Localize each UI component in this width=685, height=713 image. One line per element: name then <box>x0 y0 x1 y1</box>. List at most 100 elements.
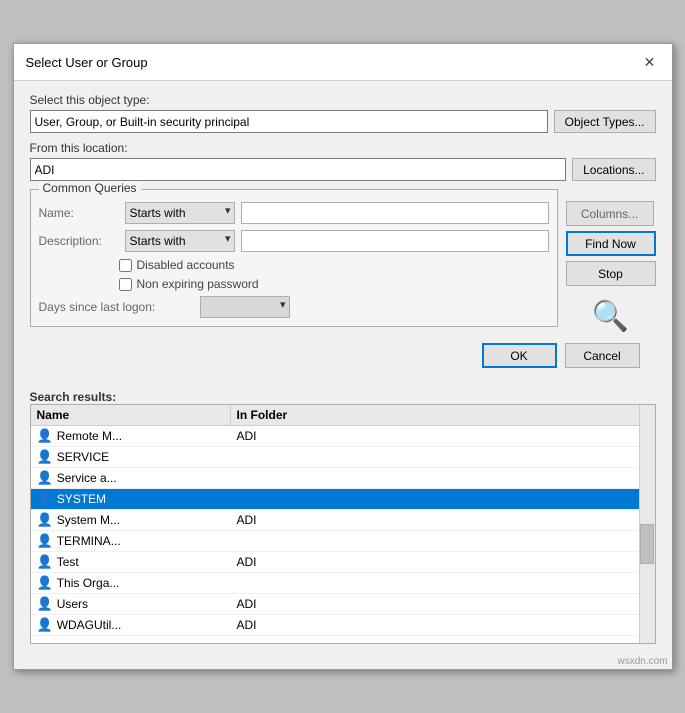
disabled-accounts-checkbox[interactable] <box>119 259 132 272</box>
disabled-accounts-row: Disabled accounts <box>39 258 549 272</box>
non-expiring-label: Non expiring password <box>137 277 259 291</box>
days-select-wrapper: 30 60 90 <box>200 296 290 318</box>
locations-button[interactable]: Locations... <box>572 158 655 181</box>
location-group: From this location: Locations... <box>30 141 656 181</box>
object-type-group: Select this object type: Object Types... <box>30 93 656 133</box>
dialog-footer: OK Cancel <box>30 337 656 378</box>
table-row[interactable]: 👤 This Orga... <box>31 573 655 594</box>
description-select-wrapper: Starts with Is exactly <box>125 230 235 252</box>
name-select[interactable]: Starts with Is exactly <box>125 202 235 224</box>
results-body: 👤Remote M...ADI👤SERVICE👤Service a...👤SYS… <box>31 426 655 636</box>
result-folder-cell: ADI <box>231 595 655 613</box>
result-name-cell: 👤 Users <box>31 594 231 614</box>
result-name: This Orga... <box>57 576 120 590</box>
location-input[interactable] <box>30 158 567 181</box>
ok-button[interactable]: OK <box>482 343 557 368</box>
col-header-name[interactable]: Name <box>31 405 231 425</box>
result-name-cell: 👤 This Orga... <box>31 573 231 593</box>
result-folder-cell <box>231 455 655 459</box>
result-name: SERVICE <box>57 450 109 464</box>
table-row[interactable]: 👤WDAGUtil...ADI <box>31 615 655 636</box>
user-icon: 👤 <box>37 428 53 444</box>
common-queries-box: Common Queries Name: Starts with Is exac… <box>30 189 558 327</box>
result-name: SYSTEM <box>57 492 106 506</box>
common-queries-title: Common Queries <box>39 181 141 195</box>
col-header-folder[interactable]: In Folder <box>231 405 655 425</box>
location-label: From this location: <box>30 141 656 155</box>
description-query-label: Description: <box>39 234 119 248</box>
result-name-cell: 👤SYSTEM <box>31 489 231 509</box>
find-now-button[interactable]: Find Now <box>566 231 656 256</box>
days-logon-row: Days since last logon: 30 60 90 <box>39 296 549 318</box>
result-name-cell: 👤 Test <box>31 552 231 572</box>
name-select-wrapper: Starts with Is exactly <box>125 202 235 224</box>
non-expiring-checkbox[interactable] <box>119 278 132 291</box>
title-bar: Select User or Group ✕ <box>14 44 672 81</box>
user-icon: 👤 <box>37 470 53 486</box>
search-icon-area: 🔍 <box>566 299 656 334</box>
result-name: TERMINA... <box>57 534 121 548</box>
table-row[interactable]: 👤 Users ADI <box>31 594 655 615</box>
object-type-label: Select this object type: <box>30 93 656 107</box>
result-name-cell: 👤WDAGUtil... <box>31 615 231 635</box>
result-name-cell: 👤 Remote M... <box>31 426 231 446</box>
results-container[interactable]: Name In Folder 👤Remote M...ADI👤SERVICE👤S… <box>30 404 656 644</box>
result-folder-cell: ADI <box>231 616 655 634</box>
location-row: Locations... <box>30 158 656 181</box>
cancel-button[interactable]: Cancel <box>565 343 640 368</box>
table-row[interactable]: 👤 Test ADI <box>31 552 655 573</box>
scrollbar[interactable] <box>639 405 655 643</box>
user-icon: 👤 <box>37 512 53 528</box>
result-name-cell: 👤Service a... <box>31 468 231 488</box>
columns-button[interactable]: Columns... <box>566 201 654 226</box>
result-name-cell: 👤 TERMINA... <box>31 531 231 551</box>
close-button[interactable]: ✕ <box>640 52 660 72</box>
table-row[interactable]: 👤 SERVICE <box>31 447 655 468</box>
user-icon: 👤 <box>37 596 53 612</box>
object-type-input[interactable] <box>30 110 548 133</box>
object-types-button[interactable]: Object Types... <box>554 110 656 133</box>
name-query-input[interactable] <box>241 202 549 224</box>
search-results-section: Search results: Name In Folder 👤Remote M… <box>14 390 672 644</box>
result-name: Test <box>57 555 79 569</box>
user-icon: 👤 <box>37 554 53 570</box>
user-icon: 👤 <box>37 449 53 465</box>
table-row[interactable]: 👤 TERMINA... <box>31 531 655 552</box>
table-row[interactable]: 👤Service a... <box>31 468 655 489</box>
result-folder-cell <box>231 539 655 543</box>
dialog-title: Select User or Group <box>26 55 148 70</box>
name-query-row: Name: Starts with Is exactly <box>39 202 549 224</box>
dialog-body: Select this object type: Object Types...… <box>14 81 672 390</box>
result-folder-cell: ADI <box>231 511 655 529</box>
result-name: WDAGUtil... <box>57 618 122 632</box>
user-icon: 👤 <box>37 533 53 549</box>
result-name: Remote M... <box>57 429 122 443</box>
disabled-accounts-label: Disabled accounts <box>137 258 235 272</box>
result-name-cell: 👤 SERVICE <box>31 447 231 467</box>
result-folder-cell: ADI <box>231 553 655 571</box>
stop-button[interactable]: Stop <box>566 261 656 286</box>
result-folder-cell <box>231 581 655 585</box>
right-buttons-panel: Columns... Find Now Stop 🔍 <box>566 189 656 337</box>
description-select[interactable]: Starts with Is exactly <box>125 230 235 252</box>
scrollbar-thumb[interactable] <box>640 524 654 564</box>
result-name: Users <box>57 597 88 611</box>
days-logon-label: Days since last logon: <box>39 300 194 314</box>
object-type-row: Object Types... <box>30 110 656 133</box>
search-icon: 🔍 <box>592 299 629 334</box>
result-folder-cell <box>231 476 655 480</box>
non-expiring-row: Non expiring password <box>39 277 549 291</box>
table-row[interactable]: 👤SYSTEM <box>31 489 655 510</box>
result-name: System M... <box>57 513 120 527</box>
days-select[interactable]: 30 60 90 <box>200 296 290 318</box>
table-row[interactable]: 👤 Remote M... ADI <box>31 426 655 447</box>
description-query-row: Description: Starts with Is exactly <box>39 230 549 252</box>
watermark: wsxdn.com <box>14 654 672 669</box>
table-row[interactable]: 👤 System M... ADI <box>31 510 655 531</box>
result-folder-cell <box>231 497 655 501</box>
result-folder-cell: ADI <box>231 427 655 445</box>
results-header: Name In Folder <box>31 405 655 426</box>
description-query-input[interactable] <box>241 230 549 252</box>
select-user-dialog: Select User or Group ✕ Select this objec… <box>13 43 673 670</box>
user-icon: 👤 <box>37 575 53 591</box>
